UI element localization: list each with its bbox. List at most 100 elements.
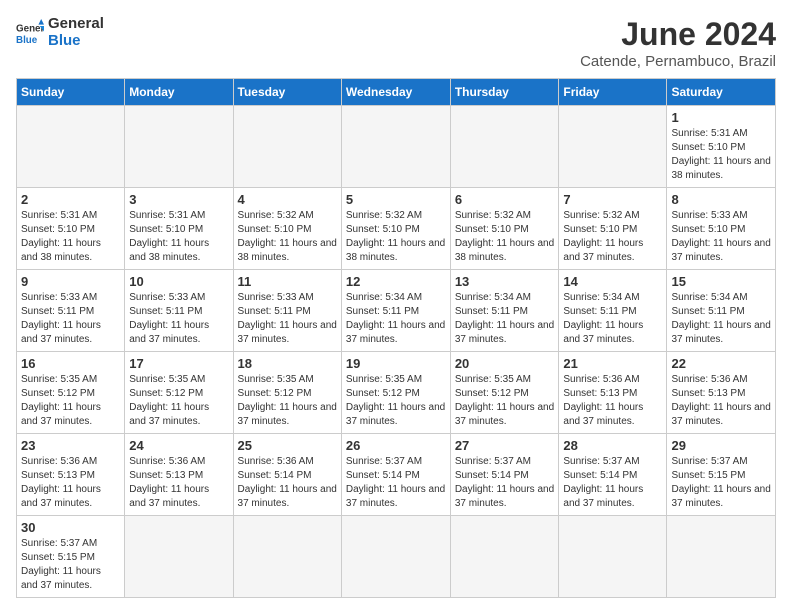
calendar-cell: 25Sunrise: 5:36 AMSunset: 5:14 PMDayligh… xyxy=(233,434,341,516)
day-number: 19 xyxy=(346,356,446,371)
day-info: Sunrise: 5:33 AMSunset: 5:11 PMDaylight:… xyxy=(238,291,337,347)
header-saturday: Saturday xyxy=(667,79,776,106)
header-thursday: Thursday xyxy=(450,79,559,106)
day-number: 21 xyxy=(563,356,662,371)
calendar-cell xyxy=(17,106,125,188)
calendar-cell: 20Sunrise: 5:35 AMSunset: 5:12 PMDayligh… xyxy=(450,352,559,434)
day-number: 23 xyxy=(21,438,120,453)
calendar-week-row: 23 Sunrise: 5:36 AMSunset: 5:13 PMDayligh… xyxy=(17,434,776,516)
calendar-cell: 7 Sunrise: 5:32 AMSunset: 5:10 PMDaylight… xyxy=(559,188,667,270)
calendar-cell xyxy=(559,106,667,188)
calendar-cell xyxy=(450,106,559,188)
day-number: 15 xyxy=(671,274,771,289)
month-title: June 2024 xyxy=(580,16,776,53)
calendar-week-row: 30 Sunrise: 5:37 AMSunset: 5:15 PMDayligh… xyxy=(17,516,776,598)
calendar-cell: 11 Sunrise: 5:33 AMSunset: 5:11 PMDayligh… xyxy=(233,270,341,352)
day-number: 30 xyxy=(21,520,120,535)
day-info: Sunrise: 5:35 AMSunset: 5:12 PMDaylight:… xyxy=(238,373,337,429)
calendar-cell: 29 Sunrise: 5:37 AMSunset: 5:15 PMDayligh… xyxy=(667,434,776,516)
day-number: 2 xyxy=(21,192,120,207)
header-friday: Friday xyxy=(559,79,667,106)
calendar-cell xyxy=(233,106,341,188)
day-number: 4 xyxy=(238,192,337,207)
day-info: Sunrise: 5:34 AMSunset: 5:11 PMDaylight:… xyxy=(455,291,555,347)
day-info: Sunrise: 5:33 AMSunset: 5:11 PMDaylight:… xyxy=(21,291,120,347)
logo-blue: Blue xyxy=(48,33,104,50)
day-number: 11 xyxy=(238,274,337,289)
calendar-cell xyxy=(667,516,776,598)
calendar-cell: 17 Sunrise: 5:35 AMSunset: 5:12 PMDayligh… xyxy=(125,352,233,434)
calendar-week-row: 2 Sunrise: 5:31 AMSunset: 5:10 PMDaylight… xyxy=(17,188,776,270)
calendar-cell: 26Sunrise: 5:37 AMSunset: 5:14 PMDayligh… xyxy=(341,434,450,516)
day-number: 6 xyxy=(455,192,555,207)
day-info: Sunrise: 5:32 AMSunset: 5:10 PMDaylight:… xyxy=(346,209,446,265)
day-number: 14 xyxy=(563,274,662,289)
day-info: Sunrise: 5:36 AMSunset: 5:13 PMDaylight:… xyxy=(21,455,120,511)
calendar-cell: 1 Sunrise: 5:31 AMSunset: 5:10 PMDaylight… xyxy=(667,106,776,188)
location-subtitle: Catende, Pernambuco, Brazil xyxy=(580,53,776,70)
day-number: 7 xyxy=(563,192,662,207)
day-number: 24 xyxy=(129,438,228,453)
calendar-cell: 30 Sunrise: 5:37 AMSunset: 5:15 PMDayligh… xyxy=(17,516,125,598)
calendar-table: SundayMondayTuesdayWednesdayThursdayFrid… xyxy=(16,78,776,598)
calendar-cell xyxy=(559,516,667,598)
day-number: 27 xyxy=(455,438,555,453)
day-info: Sunrise: 5:31 AMSunset: 5:10 PMDaylight:… xyxy=(129,209,228,265)
day-info: Sunrise: 5:33 AMSunset: 5:11 PMDaylight:… xyxy=(129,291,228,347)
header-monday: Monday xyxy=(125,79,233,106)
day-number: 26 xyxy=(346,438,446,453)
day-number: 28 xyxy=(563,438,662,453)
day-info: Sunrise: 5:37 AMSunset: 5:15 PMDaylight:… xyxy=(671,455,771,511)
day-info: Sunrise: 5:35 AMSunset: 5:12 PMDaylight:… xyxy=(21,373,120,429)
day-number: 10 xyxy=(129,274,228,289)
day-info: Sunrise: 5:37 AMSunset: 5:14 PMDaylight:… xyxy=(455,455,555,511)
day-info: Sunrise: 5:31 AMSunset: 5:10 PMDaylight:… xyxy=(671,127,771,183)
day-info: Sunrise: 5:37 AMSunset: 5:15 PMDaylight:… xyxy=(21,537,120,593)
day-number: 16 xyxy=(21,356,120,371)
calendar-header-row: SundayMondayTuesdayWednesdayThursdayFrid… xyxy=(17,79,776,106)
day-number: 29 xyxy=(671,438,771,453)
header-tuesday: Tuesday xyxy=(233,79,341,106)
day-info: Sunrise: 5:34 AMSunset: 5:11 PMDaylight:… xyxy=(671,291,771,347)
logo-general: General xyxy=(48,16,104,33)
day-info: Sunrise: 5:32 AMSunset: 5:10 PMDaylight:… xyxy=(563,209,662,265)
calendar-cell xyxy=(450,516,559,598)
calendar-cell: 15 Sunrise: 5:34 AMSunset: 5:11 PMDayligh… xyxy=(667,270,776,352)
calendar-cell: 19Sunrise: 5:35 AMSunset: 5:12 PMDayligh… xyxy=(341,352,450,434)
calendar-cell: 4Sunrise: 5:32 AMSunset: 5:10 PMDaylight… xyxy=(233,188,341,270)
logo-icon: General Blue xyxy=(16,19,44,47)
calendar-cell: 12Sunrise: 5:34 AMSunset: 5:11 PMDayligh… xyxy=(341,270,450,352)
day-number: 1 xyxy=(671,110,771,125)
day-number: 18 xyxy=(238,356,337,371)
day-info: Sunrise: 5:36 AMSunset: 5:13 PMDaylight:… xyxy=(563,373,662,429)
day-number: 17 xyxy=(129,356,228,371)
day-number: 20 xyxy=(455,356,555,371)
day-number: 5 xyxy=(346,192,446,207)
day-info: Sunrise: 5:36 AMSunset: 5:13 PMDaylight:… xyxy=(671,373,771,429)
day-info: Sunrise: 5:32 AMSunset: 5:10 PMDaylight:… xyxy=(455,209,555,265)
day-number: 9 xyxy=(21,274,120,289)
calendar-cell: 28 Sunrise: 5:37 AMSunset: 5:14 PMDayligh… xyxy=(559,434,667,516)
day-info: Sunrise: 5:34 AMSunset: 5:11 PMDaylight:… xyxy=(563,291,662,347)
calendar-cell: 13Sunrise: 5:34 AMSunset: 5:11 PMDayligh… xyxy=(450,270,559,352)
day-info: Sunrise: 5:37 AMSunset: 5:14 PMDaylight:… xyxy=(563,455,662,511)
calendar-cell: 22Sunrise: 5:36 AMSunset: 5:13 PMDayligh… xyxy=(667,352,776,434)
svg-text:General: General xyxy=(16,23,44,34)
svg-text:Blue: Blue xyxy=(16,34,38,45)
calendar-cell xyxy=(125,106,233,188)
calendar-cell: 6 Sunrise: 5:32 AMSunset: 5:10 PMDaylight… xyxy=(450,188,559,270)
calendar-cell: 16 Sunrise: 5:35 AMSunset: 5:12 PMDayligh… xyxy=(17,352,125,434)
calendar-cell: 14 Sunrise: 5:34 AMSunset: 5:11 PMDayligh… xyxy=(559,270,667,352)
logo: General Blue General Blue xyxy=(16,16,104,49)
header-sunday: Sunday xyxy=(17,79,125,106)
day-number: 12 xyxy=(346,274,446,289)
calendar-cell: 10 Sunrise: 5:33 AMSunset: 5:11 PMDayligh… xyxy=(125,270,233,352)
day-info: Sunrise: 5:35 AMSunset: 5:12 PMDaylight:… xyxy=(129,373,228,429)
calendar-cell: 8Sunrise: 5:33 AMSunset: 5:10 PMDaylight… xyxy=(667,188,776,270)
calendar-cell: 5 Sunrise: 5:32 AMSunset: 5:10 PMDaylight… xyxy=(341,188,450,270)
calendar-cell xyxy=(233,516,341,598)
day-info: Sunrise: 5:33 AMSunset: 5:10 PMDaylight:… xyxy=(671,209,771,265)
calendar-cell: 18 Sunrise: 5:35 AMSunset: 5:12 PMDayligh… xyxy=(233,352,341,434)
calendar-cell: 9 Sunrise: 5:33 AMSunset: 5:11 PMDaylight… xyxy=(17,270,125,352)
calendar-cell: 24Sunrise: 5:36 AMSunset: 5:13 PMDayligh… xyxy=(125,434,233,516)
